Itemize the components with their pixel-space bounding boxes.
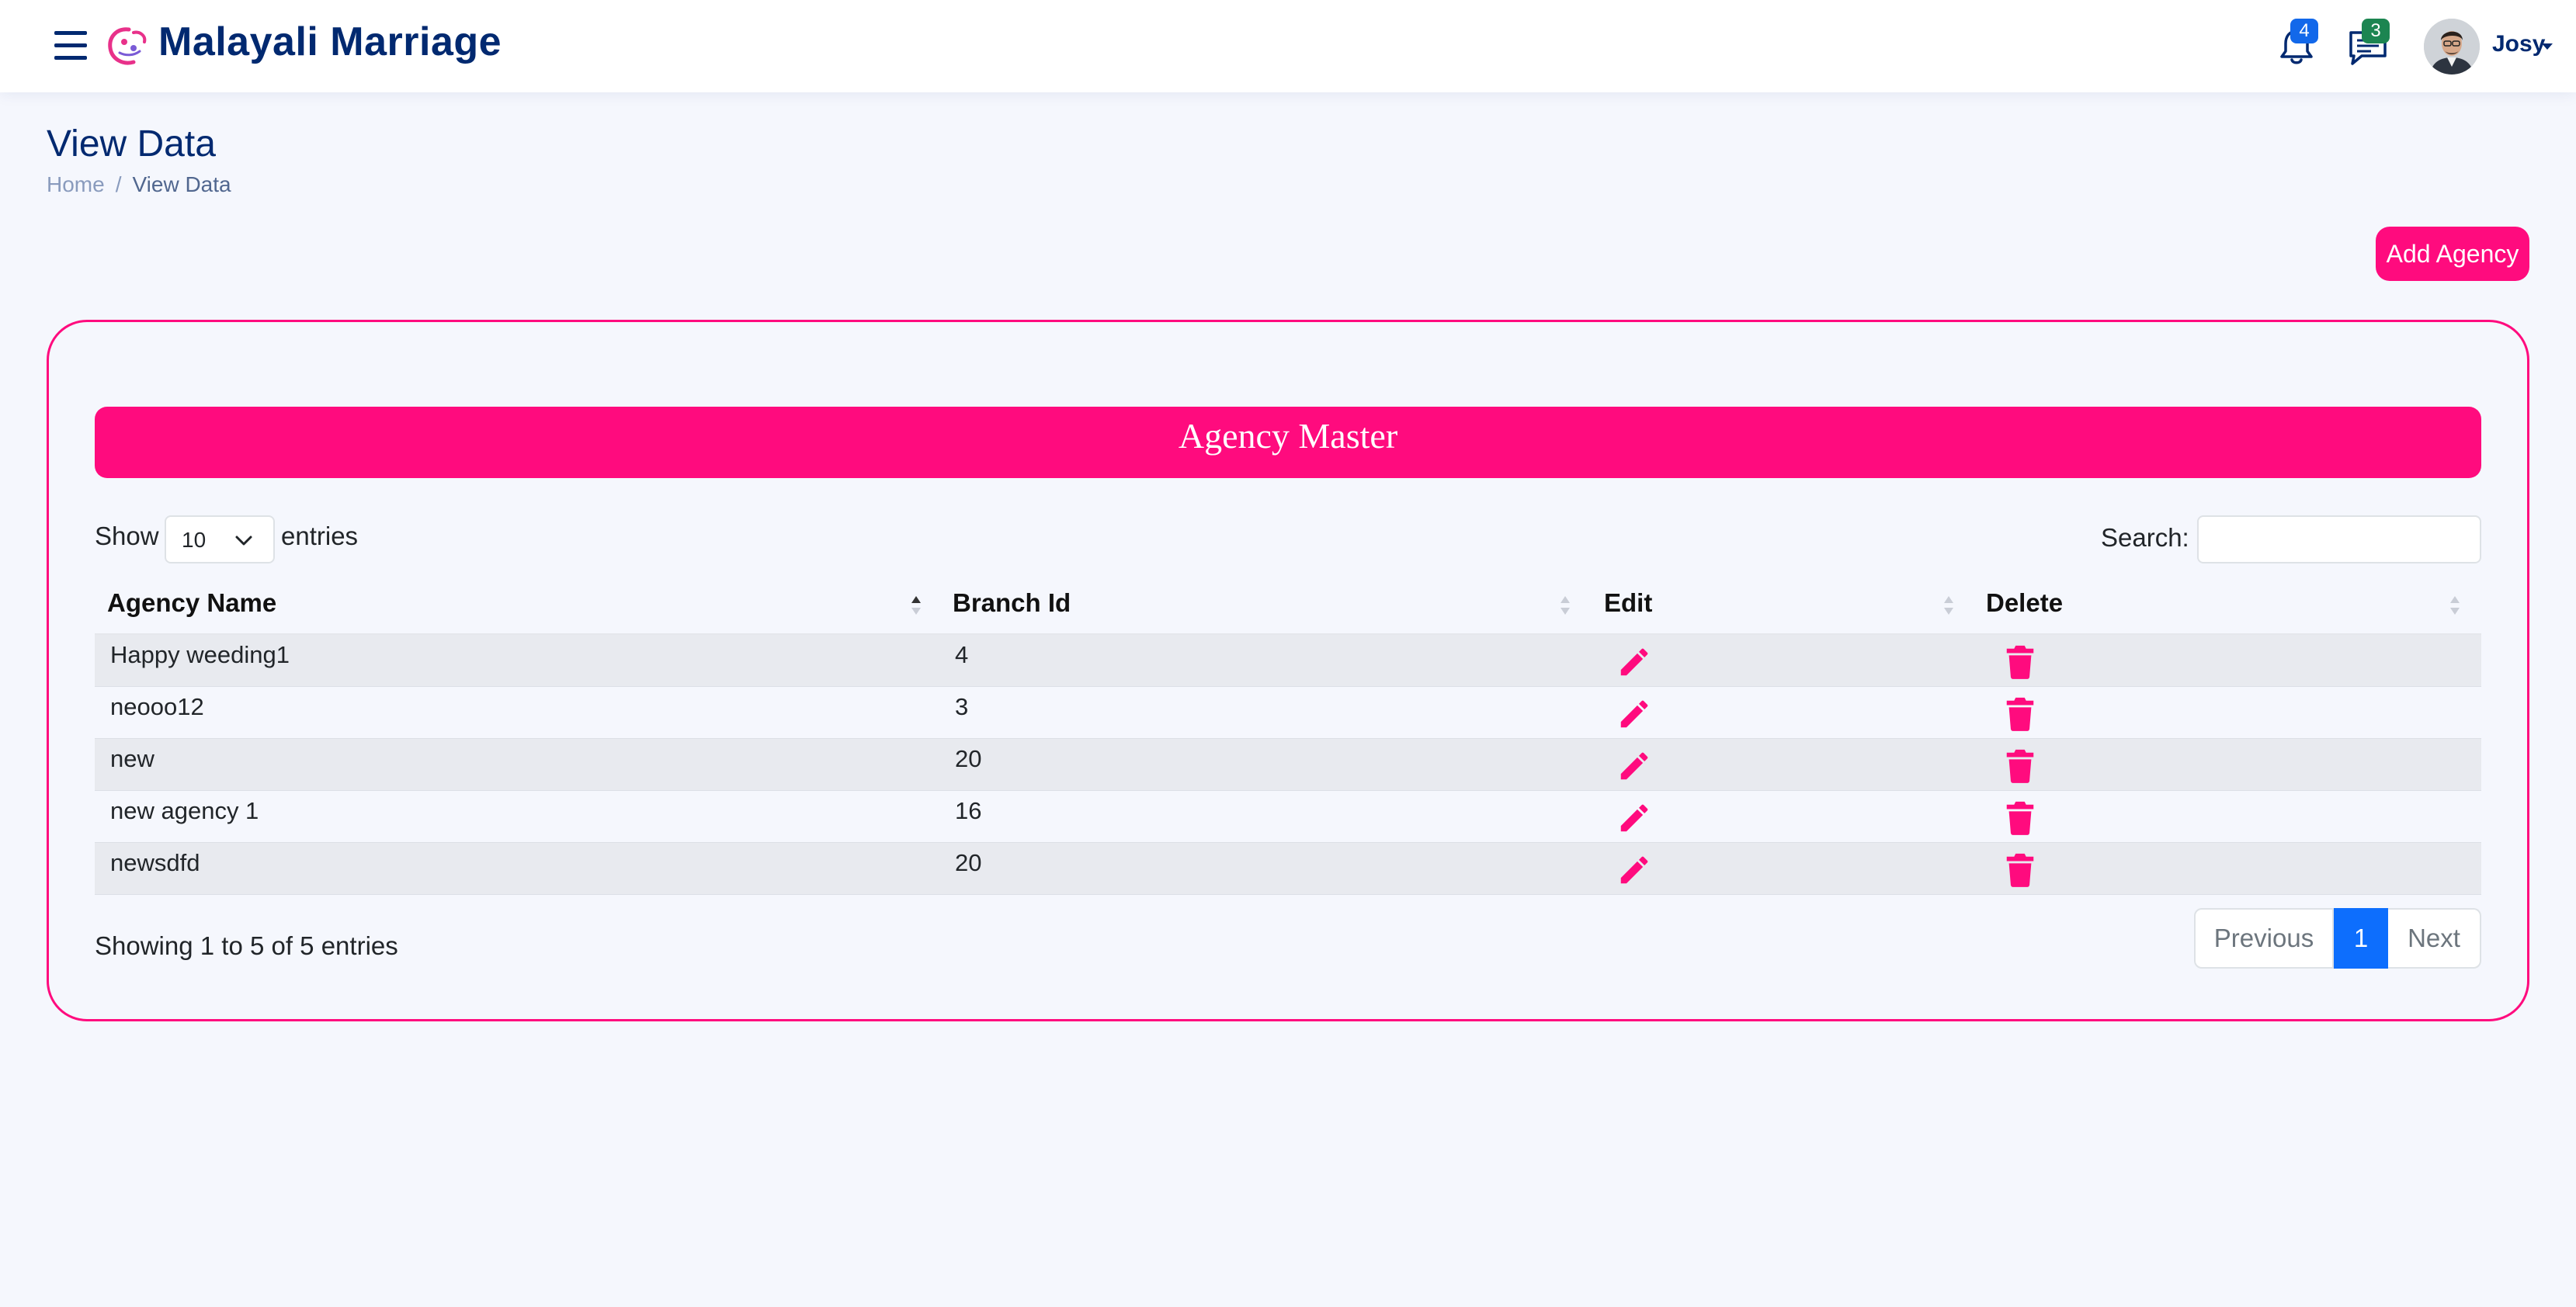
logo-icon xyxy=(108,27,147,65)
table-row: new agency 1 16 xyxy=(95,791,2481,843)
menu-bar xyxy=(54,56,87,60)
sort-icon[interactable] xyxy=(911,596,921,618)
agency-name-cell: newsdfd xyxy=(110,849,200,876)
previous-page-button[interactable]: Previous xyxy=(2194,908,2334,969)
trash-icon[interactable] xyxy=(2005,748,2036,784)
table-header: Agency Name Branch Id Edit Delete xyxy=(95,581,2481,635)
column-header-agency-name[interactable]: Agency Name xyxy=(107,588,276,618)
table-row: newsdfd 20 xyxy=(95,843,2481,895)
avatar[interactable] xyxy=(2424,19,2480,75)
table-info: Showing 1 to 5 of 5 entries xyxy=(95,931,398,960)
table-row: Happy weeding1 4 xyxy=(95,635,2481,687)
agency-name-cell: new xyxy=(110,745,154,772)
table-row: neooo12 3 xyxy=(95,687,2481,739)
user-menu[interactable]: Josy xyxy=(2492,31,2545,57)
menu-bar xyxy=(54,31,87,35)
profile-photo xyxy=(2424,19,2480,75)
notifications-badge: 4 xyxy=(2290,19,2318,43)
column-header-delete[interactable]: Delete xyxy=(1986,588,2063,618)
add-agency-button[interactable]: Add Agency xyxy=(2376,227,2529,281)
search-label: Search: xyxy=(2101,523,2189,552)
top-header: Malayali Marriage 4 3 Josy xyxy=(0,0,2576,92)
page-length-value: 10 xyxy=(182,528,207,552)
page-title: View Data xyxy=(47,123,216,165)
pencil-icon[interactable] xyxy=(1616,852,1652,888)
pencil-icon[interactable] xyxy=(1616,696,1652,732)
sort-icon[interactable] xyxy=(2450,596,2460,618)
pencil-icon[interactable] xyxy=(1616,748,1652,784)
trash-icon[interactable] xyxy=(2005,800,2036,836)
column-header-edit[interactable]: Edit xyxy=(1604,588,1652,618)
branch-id-cell: 20 xyxy=(955,849,982,876)
trash-icon[interactable] xyxy=(2005,644,2036,680)
pencil-icon[interactable] xyxy=(1616,800,1652,836)
table-row: new 20 xyxy=(95,739,2481,791)
branch-id-cell: 20 xyxy=(955,745,982,772)
agency-name-cell: neooo12 xyxy=(110,693,204,720)
menu-icon[interactable] xyxy=(51,28,90,64)
page-length-select[interactable]: 10 xyxy=(165,515,275,563)
card-heading: Agency Master xyxy=(95,407,2481,478)
branch-id-cell: 3 xyxy=(955,693,969,720)
sort-icon[interactable] xyxy=(1561,596,1570,618)
trash-icon[interactable] xyxy=(2005,852,2036,888)
table-body: Happy weeding1 4 neooo12 3 new 20 new ag… xyxy=(95,635,2481,895)
branch-id-cell: 16 xyxy=(955,797,982,824)
trash-icon[interactable] xyxy=(2005,696,2036,732)
caret-down-icon[interactable] xyxy=(2542,43,2553,50)
breadcrumb-current: View Data xyxy=(132,172,231,196)
column-header-branch-id[interactable]: Branch Id xyxy=(953,588,1071,618)
search-input[interactable] xyxy=(2197,515,2481,563)
entries-label: entries xyxy=(281,522,359,550)
breadcrumb: Home / View Data xyxy=(47,172,231,197)
pencil-icon[interactable] xyxy=(1616,644,1652,680)
sort-icon[interactable] xyxy=(1944,596,1953,618)
agency-name-cell: new agency 1 xyxy=(110,797,259,824)
breadcrumb-separator: / xyxy=(115,172,122,196)
next-page-button[interactable]: Next xyxy=(2388,908,2481,969)
brand-name[interactable]: Malayali Marriage xyxy=(158,19,502,65)
agency-name-cell: Happy weeding1 xyxy=(110,641,290,668)
chevron-down-icon xyxy=(235,536,252,546)
pagination: Previous 1 Next xyxy=(2194,908,2481,969)
page-1-button[interactable]: 1 xyxy=(2334,908,2388,969)
messages-badge: 3 xyxy=(2362,19,2390,43)
breadcrumb-home[interactable]: Home xyxy=(47,172,105,196)
menu-bar xyxy=(54,43,87,47)
show-label: Show xyxy=(95,522,159,550)
branch-id-cell: 4 xyxy=(955,641,969,668)
